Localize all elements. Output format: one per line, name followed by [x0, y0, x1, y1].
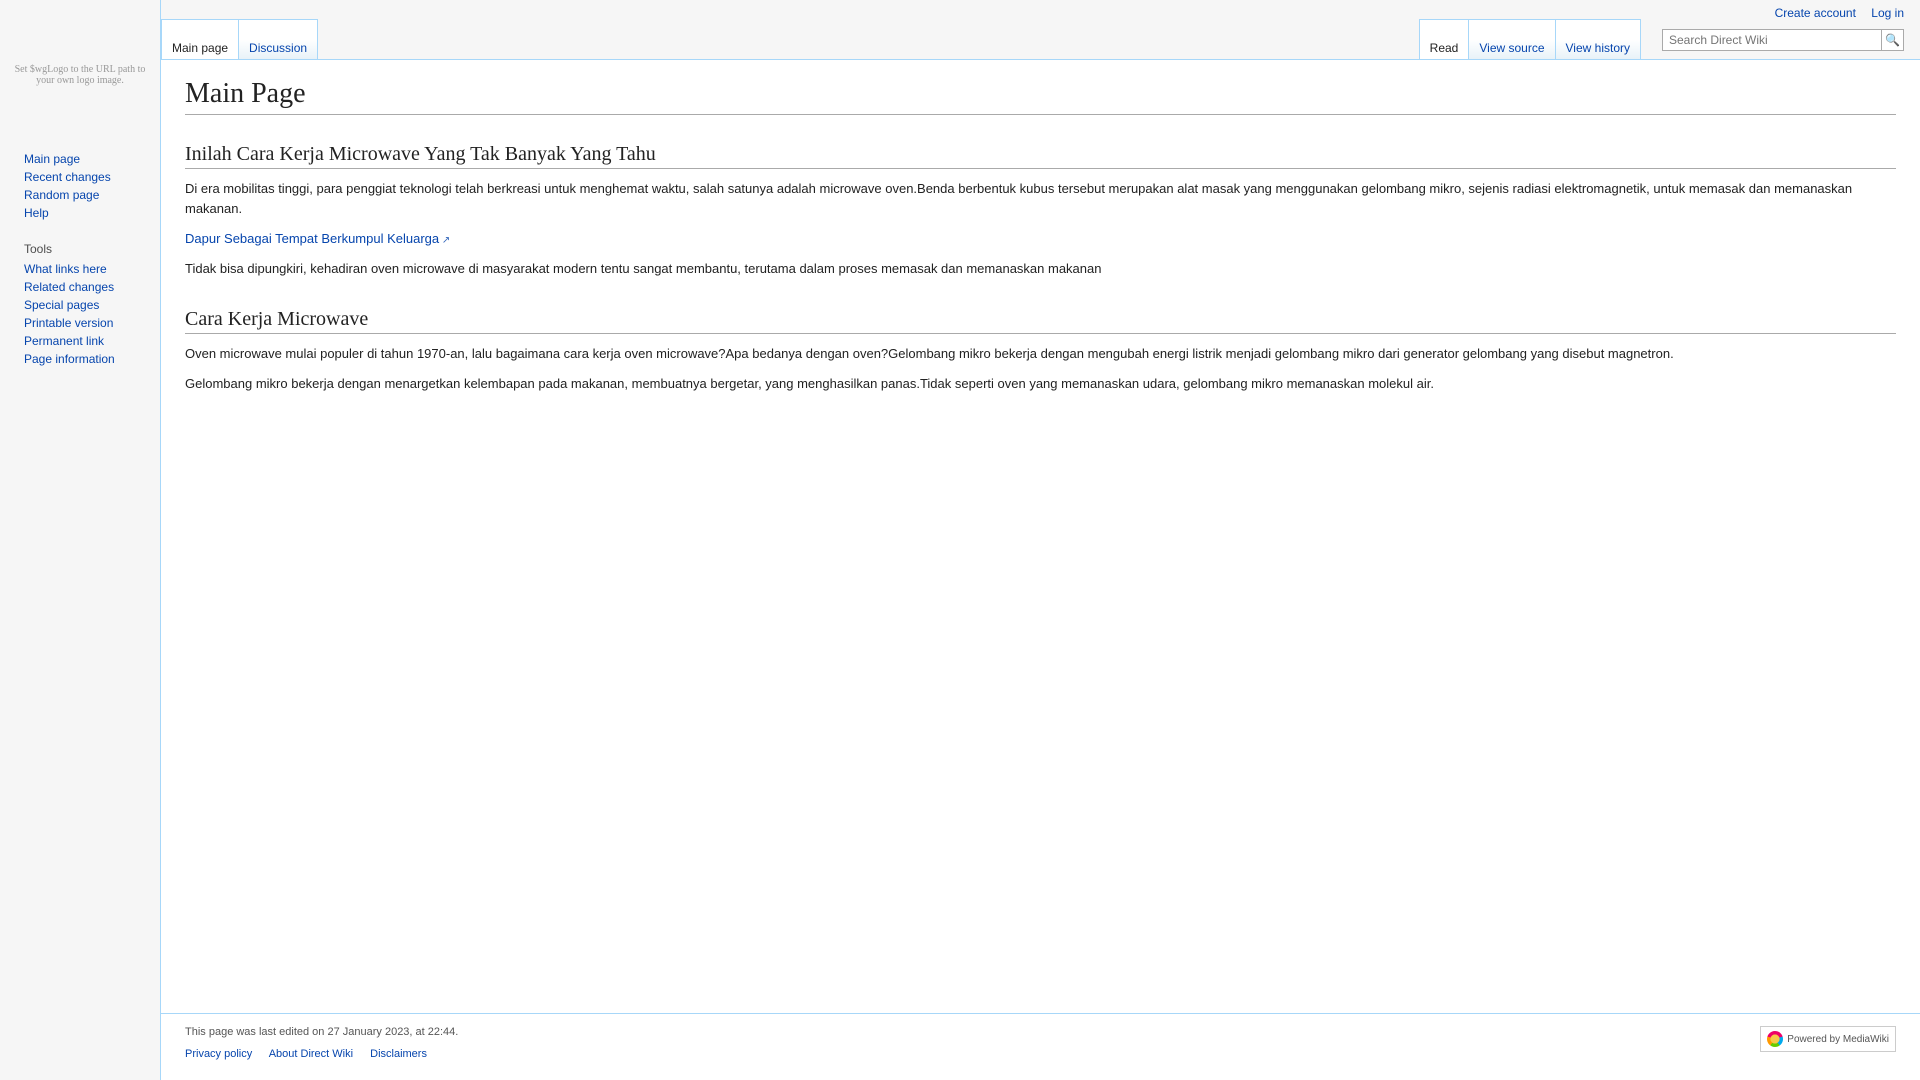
tab-view-history[interactable]: View history — [1555, 19, 1641, 59]
namespace-tabs: Main page Discussion — [161, 19, 317, 59]
tool-related-changes[interactable]: Related changes — [24, 280, 114, 294]
section-2-paragraph-2: Gelombang mikro bekerja dengan menargetk… — [185, 374, 1896, 394]
tab-discussion[interactable]: Discussion — [238, 19, 318, 59]
search-box: 🔍 — [1662, 29, 1904, 51]
footer-privacy-link[interactable]: Privacy policy — [185, 1048, 252, 1060]
view-tabs: Read View source View history — [1419, 19, 1640, 59]
section-2-heading: Cara Kerja Microwave — [185, 308, 1896, 334]
sidebar: Set $wgLogo to the URL path to your own … — [0, 0, 160, 1080]
tool-page-information[interactable]: Page information — [24, 352, 115, 366]
log-in-link[interactable]: Log in — [1871, 6, 1904, 20]
tool-special-pages[interactable]: Special pages — [24, 298, 99, 312]
nav-main-page[interactable]: Main page — [24, 152, 80, 166]
page-content: Main Page Inilah Cara Kerja Microwave Ya… — [161, 60, 1920, 1013]
tools-portal: Tools What links here Related changes Sp… — [0, 242, 160, 378]
search-go-button[interactable]: 🔍 — [1882, 29, 1904, 51]
tab-main-page[interactable]: Main page — [161, 19, 239, 59]
nav-recent-changes[interactable]: Recent changes — [24, 170, 111, 184]
mediawiki-badge-label: Powered by MediaWiki — [1787, 1034, 1889, 1045]
content-area: Create account Log in Main page Discussi… — [160, 0, 1920, 1080]
section-2-paragraph-1: Oven microwave mulai populer di tahun 19… — [185, 344, 1896, 364]
nav-random-page[interactable]: Random page — [24, 188, 99, 202]
external-link-dapur[interactable]: Dapur Sebagai Tempat Berkumpul Keluarga — [185, 231, 450, 246]
nav-help[interactable]: Help — [24, 206, 49, 220]
section-1-heading: Inilah Cara Kerja Microwave Yang Tak Ban… — [185, 143, 1896, 169]
search-input[interactable] — [1662, 29, 1882, 51]
tool-what-links-here[interactable]: What links here — [24, 262, 107, 276]
footer-lastmod: This page was last edited on 27 January … — [185, 1026, 458, 1038]
mediawiki-badge[interactable]: Powered by MediaWiki — [1760, 1026, 1896, 1052]
mediawiki-flower-icon — [1767, 1031, 1783, 1047]
personal-tools: Create account Log in — [1763, 6, 1904, 20]
search-icon: 🔍 — [1885, 33, 1900, 47]
section-1-paragraph-2: Tidak bisa dipungkiri, kehadiran oven mi… — [185, 259, 1896, 279]
tab-view-source[interactable]: View source — [1468, 19, 1555, 59]
tools-heading: Tools — [24, 242, 148, 256]
footer-about-link[interactable]: About Direct Wiki — [269, 1048, 353, 1060]
footer: This page was last edited on 27 January … — [161, 1013, 1920, 1080]
tool-permanent-link[interactable]: Permanent link — [24, 334, 104, 348]
navigation-portal: Main page Recent changes Random page Hel… — [0, 150, 160, 232]
logo-hint-text: Set $wgLogo to the URL path to your own … — [10, 64, 150, 86]
logo-placeholder[interactable]: Set $wgLogo to the URL path to your own … — [0, 0, 160, 150]
page-title: Main Page — [185, 78, 1896, 115]
top-strip: Create account Log in Main page Discussi… — [161, 0, 1920, 60]
tool-printable-version[interactable]: Printable version — [24, 316, 113, 330]
tab-read[interactable]: Read — [1419, 19, 1470, 59]
footer-disclaimers-link[interactable]: Disclaimers — [370, 1048, 427, 1060]
section-1-paragraph-1: Di era mobilitas tinggi, para penggiat t… — [185, 179, 1896, 219]
create-account-link[interactable]: Create account — [1775, 6, 1856, 20]
